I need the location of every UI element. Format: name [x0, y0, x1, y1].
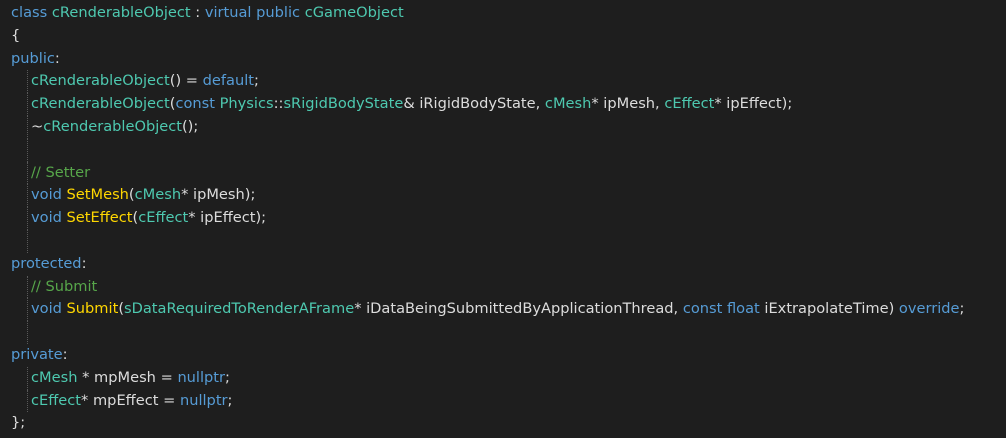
code-editor[interactable]: class cRenderableObject : virtual public…	[0, 0, 1006, 438]
code-token: cRenderableObject	[51, 4, 191, 21]
code-token: };	[11, 414, 26, 432]
code-token: * ipEffect);	[188, 209, 267, 227]
code-line[interactable]: cRenderableObject(const Physics::sRigidB…	[11, 93, 1006, 116]
code-token: cEffect	[138, 209, 189, 227]
code-token: Submit	[66, 300, 119, 318]
code-token: cRenderableObject	[31, 72, 170, 90]
code-line[interactable]: ~cRenderableObject();	[11, 115, 1006, 139]
code-token: sRigidBodyState	[283, 95, 404, 113]
code-token: :	[62, 345, 68, 363]
code-token: cMesh	[31, 368, 78, 386]
code-token: const float	[682, 300, 765, 318]
code-token: :	[54, 49, 60, 67]
code-token: cRenderableObject	[31, 95, 170, 113]
indent-guide	[27, 161, 28, 185]
code-token: & iRigidBodyState,	[403, 95, 545, 113]
indent-guide	[27, 138, 28, 162]
indent-guide	[27, 366, 28, 390]
code-token: () =	[169, 72, 203, 90]
code-token: ;	[254, 72, 259, 90]
code-line[interactable]: // Setter	[11, 161, 1006, 185]
code-token: void	[31, 300, 67, 318]
code-token: cRenderableObject	[43, 117, 182, 135]
code-token: ;	[225, 368, 230, 386]
code-token: ();	[181, 117, 199, 135]
code-token: :	[190, 4, 205, 21]
indent-guide	[27, 207, 28, 230]
code-token: // Submit	[31, 277, 98, 295]
code-token: Physics	[219, 95, 274, 113]
code-line[interactable]: void SetEffect(cEffect* ipEffect);	[11, 207, 1006, 230]
code-token: public	[11, 49, 55, 67]
code-token: :	[81, 254, 87, 272]
code-token: cEffect	[31, 391, 82, 409]
code-token: cGameObject	[304, 4, 404, 21]
indent-guide	[27, 229, 28, 253]
indent-guide	[27, 115, 28, 139]
code-token: default	[202, 72, 255, 90]
code-token: * ipMesh);	[181, 186, 256, 204]
code-line[interactable]: cRenderableObject() = default;	[11, 70, 1006, 94]
code-token: ::	[273, 95, 284, 113]
code-token: iExtrapolateTime)	[764, 300, 899, 318]
code-line[interactable]: };	[11, 412, 1006, 435]
code-line[interactable]: protected:	[11, 253, 1006, 276]
indent-guide	[27, 298, 28, 322]
indent-guide	[27, 184, 28, 208]
code-token: * mpEffect =	[81, 391, 180, 409]
code-token: class	[11, 4, 52, 21]
code-line[interactable]	[11, 138, 1006, 162]
code-line[interactable]: class cRenderableObject : virtual public…	[11, 2, 1006, 25]
code-token: // Setter	[31, 163, 91, 181]
code-line[interactable]: void Submit(sDataRequiredToRenderAFrame*…	[11, 298, 1006, 322]
code-token: protected	[11, 254, 82, 272]
code-token: SetEffect	[66, 209, 133, 227]
code-line[interactable]: cEffect* mpEffect = nullptr;	[11, 389, 1006, 413]
code-token: * iDataBeingSubmittedByApplicationThread…	[354, 300, 683, 318]
code-token: ;	[959, 300, 965, 318]
code-line[interactable]: {	[11, 25, 1006, 48]
code-line[interactable]	[11, 321, 1006, 344]
indent-guide	[27, 275, 28, 299]
code-line[interactable]: private:	[11, 344, 1006, 367]
code-token: override	[898, 300, 960, 318]
code-token: {	[11, 26, 21, 44]
code-token: * ipMesh,	[591, 95, 665, 113]
code-token: ;	[227, 391, 233, 409]
code-token: nullptr	[179, 391, 228, 409]
indent-guide	[27, 70, 28, 94]
code-token: * mpMesh =	[77, 368, 178, 386]
code-token: * ipEffect);	[714, 95, 793, 113]
code-line[interactable]: public:	[11, 48, 1006, 71]
indent-guide	[27, 389, 28, 413]
code-token: private	[11, 345, 63, 363]
code-token: ~	[31, 117, 44, 135]
indent-guide	[27, 321, 28, 344]
code-token: cMesh	[134, 186, 182, 204]
code-token: virtual public	[204, 4, 305, 21]
code-line[interactable]: void SetMesh(cMesh* ipMesh);	[11, 184, 1006, 208]
code-token: void	[31, 209, 67, 227]
code-token: cEffect	[664, 95, 715, 113]
code-token: cMesh	[544, 95, 592, 113]
code-token: const	[175, 95, 220, 113]
code-token: SetMesh	[66, 186, 129, 204]
code-token: nullptr	[177, 368, 226, 386]
code-line[interactable]: cMesh * mpMesh = nullptr;	[11, 366, 1006, 390]
indent-guide	[27, 93, 28, 116]
code-token: sDataRequiredToRenderAFrame	[124, 300, 355, 318]
code-line[interactable]	[11, 229, 1006, 253]
code-token: void	[31, 186, 67, 204]
code-line[interactable]: // Submit	[11, 275, 1006, 299]
